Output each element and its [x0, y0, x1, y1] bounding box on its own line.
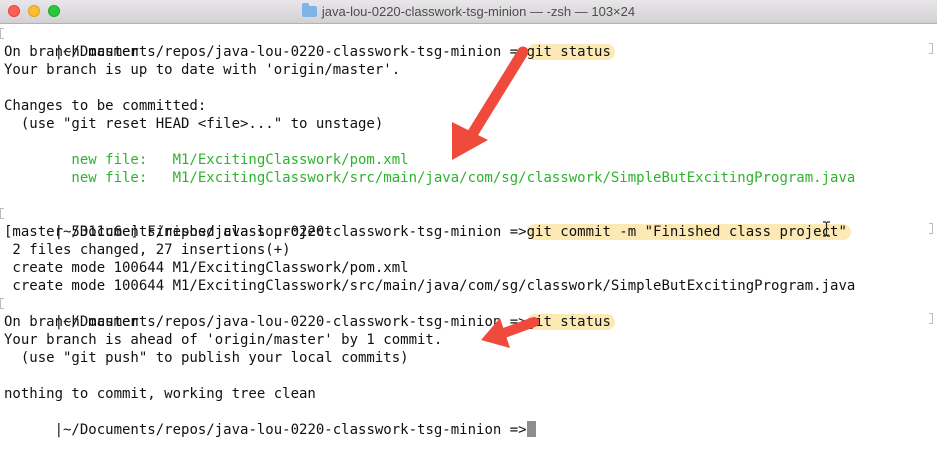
prompt-mark: [0, 298, 4, 309]
terminal-line: (use "git push" to publish your local co…: [4, 350, 409, 366]
window-title-text: java-lou-0220-classwork-tsg-minion — -zs…: [321, 4, 636, 19]
terminal-line: On branch master: [4, 44, 139, 60]
terminal-output[interactable]: |~/Documents/repos/java-lou-0220-classwo…: [0, 24, 937, 460]
terminal-line-prompt: |~/Documents/repos/java-lou-0220-classwo…: [0, 295, 937, 330]
terminal-line: Your branch is up to date with 'origin/m…: [4, 62, 401, 78]
terminal-line: create mode 100644 M1/ExcitingClasswork/…: [4, 260, 409, 276]
text-cursor: [526, 421, 536, 437]
terminal-line: [master 5311c6e] Finished class project: [4, 224, 333, 240]
window-title: java-lou-0220-classwork-tsg-minion — -zs…: [0, 3, 937, 19]
terminal-line: nothing to commit, working tree clean: [4, 386, 316, 402]
terminal-line: On branch master: [4, 314, 139, 330]
terminal-line-prompt: |~/Documents/repos/java-lou-0220-classwo…: [0, 25, 937, 60]
new-file-line: new file: M1/ExcitingClasswork/src/main/…: [4, 170, 856, 186]
terminal-line-prompt: |~/Documents/repos/java-lou-0220-classwo…: [0, 205, 937, 240]
terminal-window: java-lou-0220-classwork-tsg-minion — -zs…: [0, 0, 937, 460]
terminal-line: (use "git reset HEAD <file>..." to unsta…: [4, 116, 384, 132]
new-file-line: new file: M1/ExcitingClasswork/pom.xml: [4, 152, 409, 168]
ibeam-cursor-icon: [823, 221, 830, 237]
terminal-line: 2 files changed, 27 insertions(+): [4, 242, 291, 258]
prompt-mark: [0, 208, 4, 219]
prompt-mark: [0, 28, 4, 39]
terminal-line: Changes to be committed:: [4, 98, 207, 114]
terminal-line: Your branch is ahead of 'origin/master' …: [4, 332, 443, 348]
terminal-current-prompt[interactable]: |~/Documents/repos/java-lou-0220-classwo…: [4, 403, 937, 438]
folder-icon: [301, 3, 317, 17]
terminal-line: create mode 100644 M1/ExcitingClasswork/…: [4, 278, 856, 294]
title-bar[interactable]: java-lou-0220-classwork-tsg-minion — -zs…: [0, 0, 937, 24]
